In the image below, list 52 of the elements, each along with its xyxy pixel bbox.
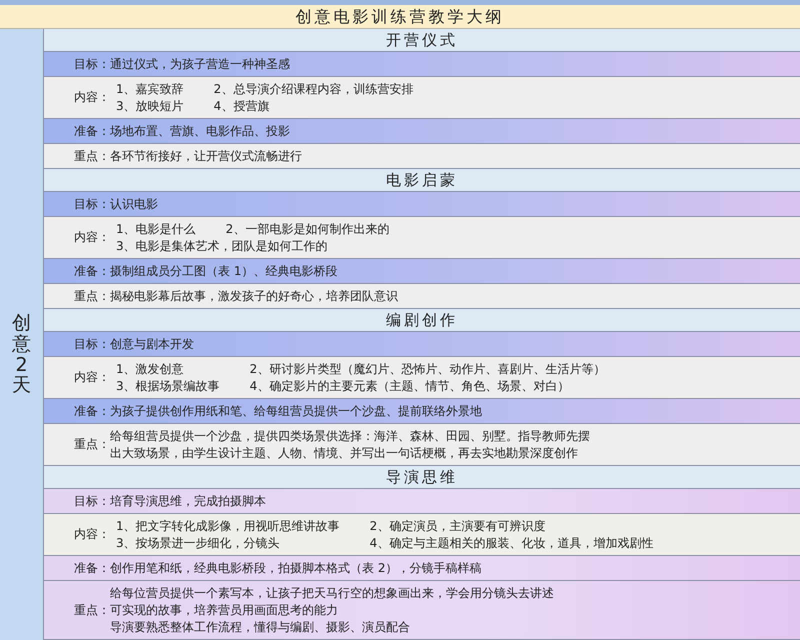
row-text: 1、电影是什么 bbox=[116, 220, 196, 238]
row-label: 内容： bbox=[74, 89, 110, 106]
row-label: 目标： bbox=[74, 336, 110, 352]
row-text: 创作用笔和纸，经典电影桥段，拍摄脚本格式（表 2），分镜手稿样稿 bbox=[110, 560, 482, 576]
row-label: 准备： bbox=[74, 122, 110, 140]
row-text: 4、确定与主题相关的服装、化妆，道具，增加戏剧性 bbox=[370, 534, 654, 552]
row-label: 准备： bbox=[74, 560, 110, 576]
row-text: 认识电影 bbox=[110, 196, 158, 212]
row-label: 重点： bbox=[74, 148, 110, 164]
row-label: 重点： bbox=[74, 288, 110, 304]
row-text: 3、电影是集体艺术，团队是如何工作的 bbox=[116, 238, 329, 254]
row-text: 3、按场景进一步细化，分镜头 bbox=[116, 534, 281, 552]
section-heading: 导演思维 bbox=[44, 466, 800, 489]
section-heading: 编剧创作 bbox=[44, 309, 800, 332]
row-label: 目标： bbox=[74, 56, 110, 72]
row-text: 3、放映短片 bbox=[116, 98, 184, 114]
row-text: 给每组营员提供一个沙盘，提供四类场景供选择：海洋、森林、田园、别墅。指导教师先摆 bbox=[110, 428, 590, 444]
row-label: 内容： bbox=[74, 526, 110, 543]
row-text: 各环节衔接好，让开营仪式流畅进行 bbox=[110, 148, 302, 164]
row-text: 1、嘉宾致辞 bbox=[116, 80, 184, 98]
row-label: 重点： bbox=[74, 602, 110, 618]
row-label: 内容： bbox=[74, 229, 110, 246]
row-label: 内容： bbox=[74, 369, 110, 386]
row-text: 1、激发创意 bbox=[116, 360, 185, 378]
row-text: 场地布置、营旗、电影作品、投影 bbox=[110, 122, 290, 140]
row-text: 2、研讨影片类型（魔幻片、恐怖片、动作片、喜剧片、生活片等） bbox=[250, 360, 606, 378]
row-text: 培育导演思维，完成拍摄脚本 bbox=[110, 492, 266, 510]
row-text: 揭秘电影幕后故事，激发孩子的好奇心，培养团队意识 bbox=[110, 288, 398, 304]
row-text: 摄制组成员分工图（表 1）、经典电影桥段 bbox=[110, 262, 338, 280]
row-text: 导演要熟悉整体工作流程，懂得与编剧、摄影、演员配合 bbox=[110, 618, 411, 636]
row-label: 目标： bbox=[74, 492, 110, 510]
row-text: 出大致场景，由学生设计主题、人物、情境、并写出一句话梗概，再去实地勘景深度创作 bbox=[110, 444, 579, 462]
row-label: 重点： bbox=[74, 436, 110, 453]
row-text: 2、确定演员，主演要有可辨识度 bbox=[370, 518, 546, 534]
row-text: 3、根据场景编故事 bbox=[116, 378, 220, 394]
row-text: 1、把文字转化成影像，用视听思维讲故事 bbox=[116, 518, 340, 534]
table-title: 创意电影训练营教学大纲 bbox=[0, 5, 800, 29]
section-heading: 开营仪式 bbox=[44, 29, 800, 52]
row-text: 4、确定影片的主要元素（主题、情节、角色、场景、对白） bbox=[250, 378, 570, 394]
row-label: 准备： bbox=[74, 402, 110, 420]
row-text: 4、授营旗 bbox=[214, 98, 270, 114]
row-text: 通过仪式，为孩子营造一种神圣感 bbox=[110, 56, 290, 72]
row-text: 为孩子提供创作用纸和笔、给每组营员提供一个沙盘、提前联络外景地 bbox=[110, 402, 482, 420]
row-text: 可实现的故事，培养营员用画面思考的能力 bbox=[110, 602, 339, 618]
row-text: 2、总导演介绍课程内容，训练营安排 bbox=[214, 80, 414, 98]
row-text: 创意与剧本开发 bbox=[110, 336, 194, 352]
row-text: 给每位营员提供一个素写本，让孩子把天马行空的想象画出来，学会用分镜头去讲述 bbox=[110, 584, 554, 602]
row-label: 准备： bbox=[74, 262, 110, 280]
section-heading: 电影启蒙 bbox=[44, 169, 800, 192]
day-label: 创意2天 bbox=[12, 312, 31, 396]
row-label: 目标： bbox=[74, 196, 110, 212]
row-text: 2、一部电影是如何制作出来的 bbox=[226, 220, 390, 238]
